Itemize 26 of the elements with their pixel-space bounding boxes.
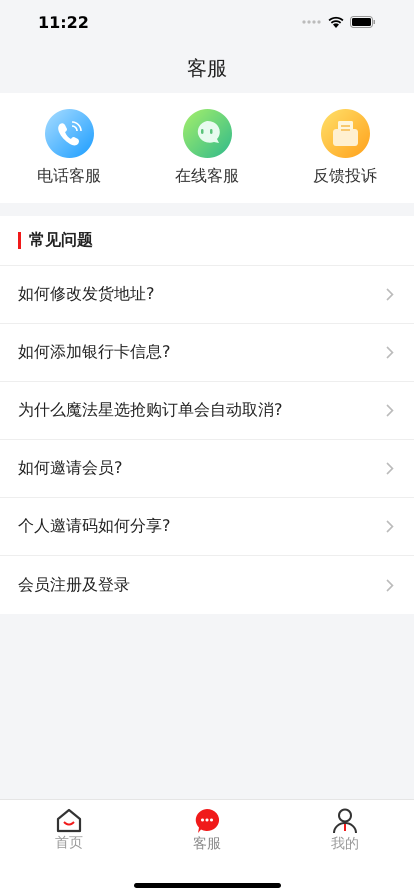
service-label[interactable]: 反馈投诉 <box>313 166 377 187</box>
tab-label[interactable]: 客服 <box>193 835 221 853</box>
wifi-icon <box>328 16 344 28</box>
faq-item[interactable]: 个人邀请码如何分享? <box>0 498 414 556</box>
section-title: 常见问题 <box>29 230 93 251</box>
chevron-icon <box>386 520 394 533</box>
faq-item[interactable]: 为什么魔法星选抢购订单会自动取消? <box>0 382 414 440</box>
accent-bar <box>18 232 21 249</box>
status-time: 11:22 <box>38 12 89 32</box>
chevron-icon <box>386 346 394 359</box>
chevron-icon <box>386 404 394 417</box>
phone-icon[interactable] <box>44 109 94 158</box>
faq-item[interactable]: 如何修改发货地址? <box>0 266 414 324</box>
chevron-icon <box>386 462 394 475</box>
signal-icon <box>302 20 322 24</box>
service-label[interactable]: 在线客服 <box>175 166 239 187</box>
chat-icon[interactable] <box>182 109 232 158</box>
faq-item[interactable]: 如何邀请会员? <box>0 440 414 498</box>
chevron-icon <box>386 578 394 592</box>
battery-icon <box>350 16 376 28</box>
chevron-icon <box>386 288 394 301</box>
faq-item[interactable]: 如何添加银行卡信息? <box>0 324 414 382</box>
service-label[interactable]: 电话客服 <box>37 166 101 187</box>
faq-item[interactable]: 会员注册及登录 <box>0 556 414 614</box>
page-title: 客服 <box>187 55 227 82</box>
inbox-icon[interactable] <box>320 109 370 158</box>
